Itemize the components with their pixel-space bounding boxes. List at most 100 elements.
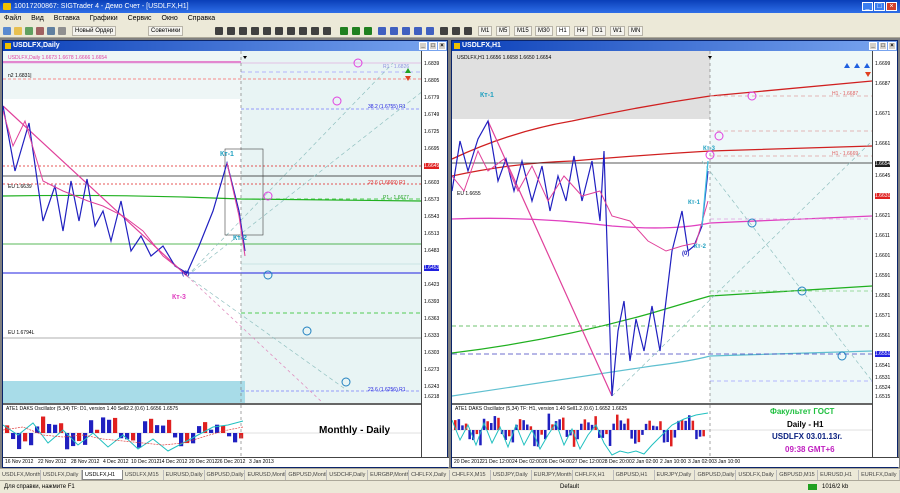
label-icon[interactable] [311, 27, 319, 35]
bar-chart-icon[interactable] [340, 27, 348, 35]
menu-tools[interactable]: Сервис [128, 15, 152, 22]
chart-tab[interactable]: GBPUSD,H1 [614, 470, 655, 480]
menu-window[interactable]: Окно [162, 15, 178, 22]
period-h4[interactable]: H4 [574, 26, 588, 36]
chart-tab[interactable]: USDLFX,M15 [123, 470, 164, 480]
chart-tab[interactable]: GBPUSD,Daily [205, 470, 246, 480]
daily-date-label: 26 Dec 2012 [217, 459, 246, 465]
chart-tab[interactable]: USDJPY,Daily [491, 470, 532, 480]
daily-window-titlebar[interactable]: USDLFX,Daily _ □ × [3, 41, 447, 51]
period-w1[interactable]: W1 [610, 26, 625, 36]
templates-icon[interactable] [464, 27, 472, 35]
line-chart-icon[interactable] [364, 27, 372, 35]
strategy-tester-icon[interactable] [58, 27, 66, 35]
h1-price-label-marker: 1.6551 [875, 351, 891, 357]
indicators-icon[interactable] [440, 27, 448, 35]
chart-tab[interactable]: CHFLFX,Daily [409, 470, 450, 480]
daily-price-chart[interactable]: USDLFX,Daily 1.6673 1.6678 1.6666 1.6654… [3, 51, 421, 403]
crosshair-icon[interactable] [227, 27, 235, 35]
advisors-button[interactable]: Советники [148, 26, 184, 36]
oscillator-bar [167, 419, 172, 433]
new-order-button[interactable]: Новый Ордер [72, 26, 117, 36]
chart-tab[interactable]: EURJPY,Daily [655, 470, 696, 480]
horizontal-line-icon[interactable] [251, 27, 259, 35]
candlestick-icon[interactable] [352, 27, 360, 35]
daily-oscillator-panel[interactable]: ATE1 DAKS Oscillator (5,34) TF: D1, vers… [3, 403, 421, 457]
daily-price-label: 1.6423 [424, 282, 440, 288]
chart-tab[interactable]: USDLFX,Daily [41, 470, 82, 480]
daily-close-button[interactable]: × [438, 42, 446, 50]
chart-tab[interactable]: EURUSD,H1 [818, 470, 860, 480]
h1-maximize-button[interactable]: □ [879, 42, 887, 50]
h1-close-button[interactable]: × [888, 42, 896, 50]
cursor-icon[interactable] [215, 27, 223, 35]
periods-icon[interactable] [452, 27, 460, 35]
chart-tab[interactable]: USDLFX,H1 [81, 470, 123, 480]
h1-price-chart[interactable]: USDLFX,H1 1.6656 1.6658 1.6650 1.6654 EU… [452, 51, 872, 403]
h1-price-label: 1.6661 [875, 141, 891, 147]
menu-file[interactable]: Файл [4, 15, 21, 22]
tile-windows-icon[interactable] [402, 27, 410, 35]
chart-tab[interactable]: CHFLFX,M15 [450, 470, 491, 480]
h1-oscillator-panel[interactable]: ATE1 DAKS Oscillator (5,34) TF: H1, vers… [452, 403, 872, 457]
close-button[interactable]: × [886, 2, 897, 11]
vertical-line-icon[interactable] [239, 27, 247, 35]
menu-help[interactable]: Справка [188, 15, 215, 22]
h1-window-titlebar[interactable]: USDLFX,H1 _ □ × [452, 41, 897, 51]
chart-shift-icon[interactable] [426, 27, 434, 35]
period-d1[interactable]: D1 [592, 26, 606, 36]
chart-tab[interactable]: GBPUSD,Monthly [286, 470, 328, 480]
daily-price-label: 1.6695 [424, 146, 440, 152]
menu-insert[interactable]: Вставка [54, 15, 80, 22]
autoscroll-icon[interactable] [414, 27, 422, 35]
h1-time-axis: 20 Dec 2012 21 Dec 12:00 24 Dec 02:00 26… [452, 457, 899, 467]
new-chart-icon[interactable] [3, 27, 11, 35]
daily-price-label: 1.6749 [424, 112, 440, 118]
period-m30[interactable]: M30 [535, 26, 553, 36]
terminal-icon[interactable] [47, 27, 55, 35]
chart-tab[interactable]: EURLFX,Daily [859, 470, 900, 480]
navigator-icon[interactable] [36, 27, 44, 35]
zoom-out-icon[interactable] [390, 27, 398, 35]
daily-date-label: 16 Nov 2012 [5, 459, 34, 465]
oscillator-bar [107, 419, 112, 433]
h1-price-label: 1.6571 [875, 313, 891, 319]
arrows-icon[interactable] [323, 27, 331, 35]
oscillator-bar [227, 433, 232, 437]
period-m15[interactable]: M15 [514, 26, 532, 36]
chart-tab[interactable]: EURUSD,Monthly [245, 470, 287, 480]
menu-view[interactable]: Вид [31, 15, 44, 22]
chart-tab[interactable]: EURJPY,Monthly [532, 470, 573, 480]
minimize-button[interactable]: _ [862, 2, 873, 11]
chart-window-daily[interactable]: USDLFX,Daily _ □ × USDLFX,Daily 1.6673 1… [2, 40, 449, 468]
chart-tab[interactable]: USDLFX,Monthly [0, 470, 41, 480]
chart-tab[interactable]: USDLFX,Daily [736, 470, 778, 480]
period-m5[interactable]: M5 [496, 26, 511, 36]
chart-tab[interactable]: GBPUSD,M15 [777, 470, 819, 480]
oscillator-bar [522, 420, 525, 430]
fibonacci-icon[interactable] [287, 27, 295, 35]
trend-line-icon[interactable] [263, 27, 271, 35]
chart-window-h1[interactable]: USDLFX,H1 _ □ × USDLFX,H1 1.6656 1.6658 … [451, 40, 899, 468]
chart-tab[interactable]: EURUSD,Daily [164, 470, 205, 480]
maximize-button[interactable]: □ [874, 2, 885, 11]
menu-charts[interactable]: Графики [90, 15, 118, 22]
period-m1[interactable]: M1 [478, 26, 493, 36]
oscillator-bar [601, 430, 605, 438]
h1-legend: USDLFX,H1 1.6656 1.6658 1.6650 1.6654 [457, 55, 552, 61]
chart-tab[interactable]: USDCHF,Daily [327, 470, 369, 480]
channel-icon[interactable] [275, 27, 283, 35]
daily-price-label-current: 1.6645 [424, 163, 440, 169]
h1-minimize-button[interactable]: _ [869, 42, 877, 50]
chart-tab[interactable]: EURGBP,Monthly [368, 470, 410, 480]
zoom-in-icon[interactable] [378, 27, 386, 35]
chart-tab[interactable]: GBPUSD,Daily [695, 470, 737, 480]
daily-minimize-button[interactable]: _ [419, 42, 427, 50]
text-icon[interactable] [299, 27, 307, 35]
market-watch-icon[interactable] [25, 27, 33, 35]
daily-maximize-button[interactable]: □ [429, 42, 437, 50]
period-h1[interactable]: H1 [556, 26, 570, 36]
chart-tab[interactable]: CHFLFX,H1 [573, 470, 614, 480]
period-mn[interactable]: MN [628, 26, 644, 36]
open-folder-icon[interactable] [14, 27, 22, 35]
